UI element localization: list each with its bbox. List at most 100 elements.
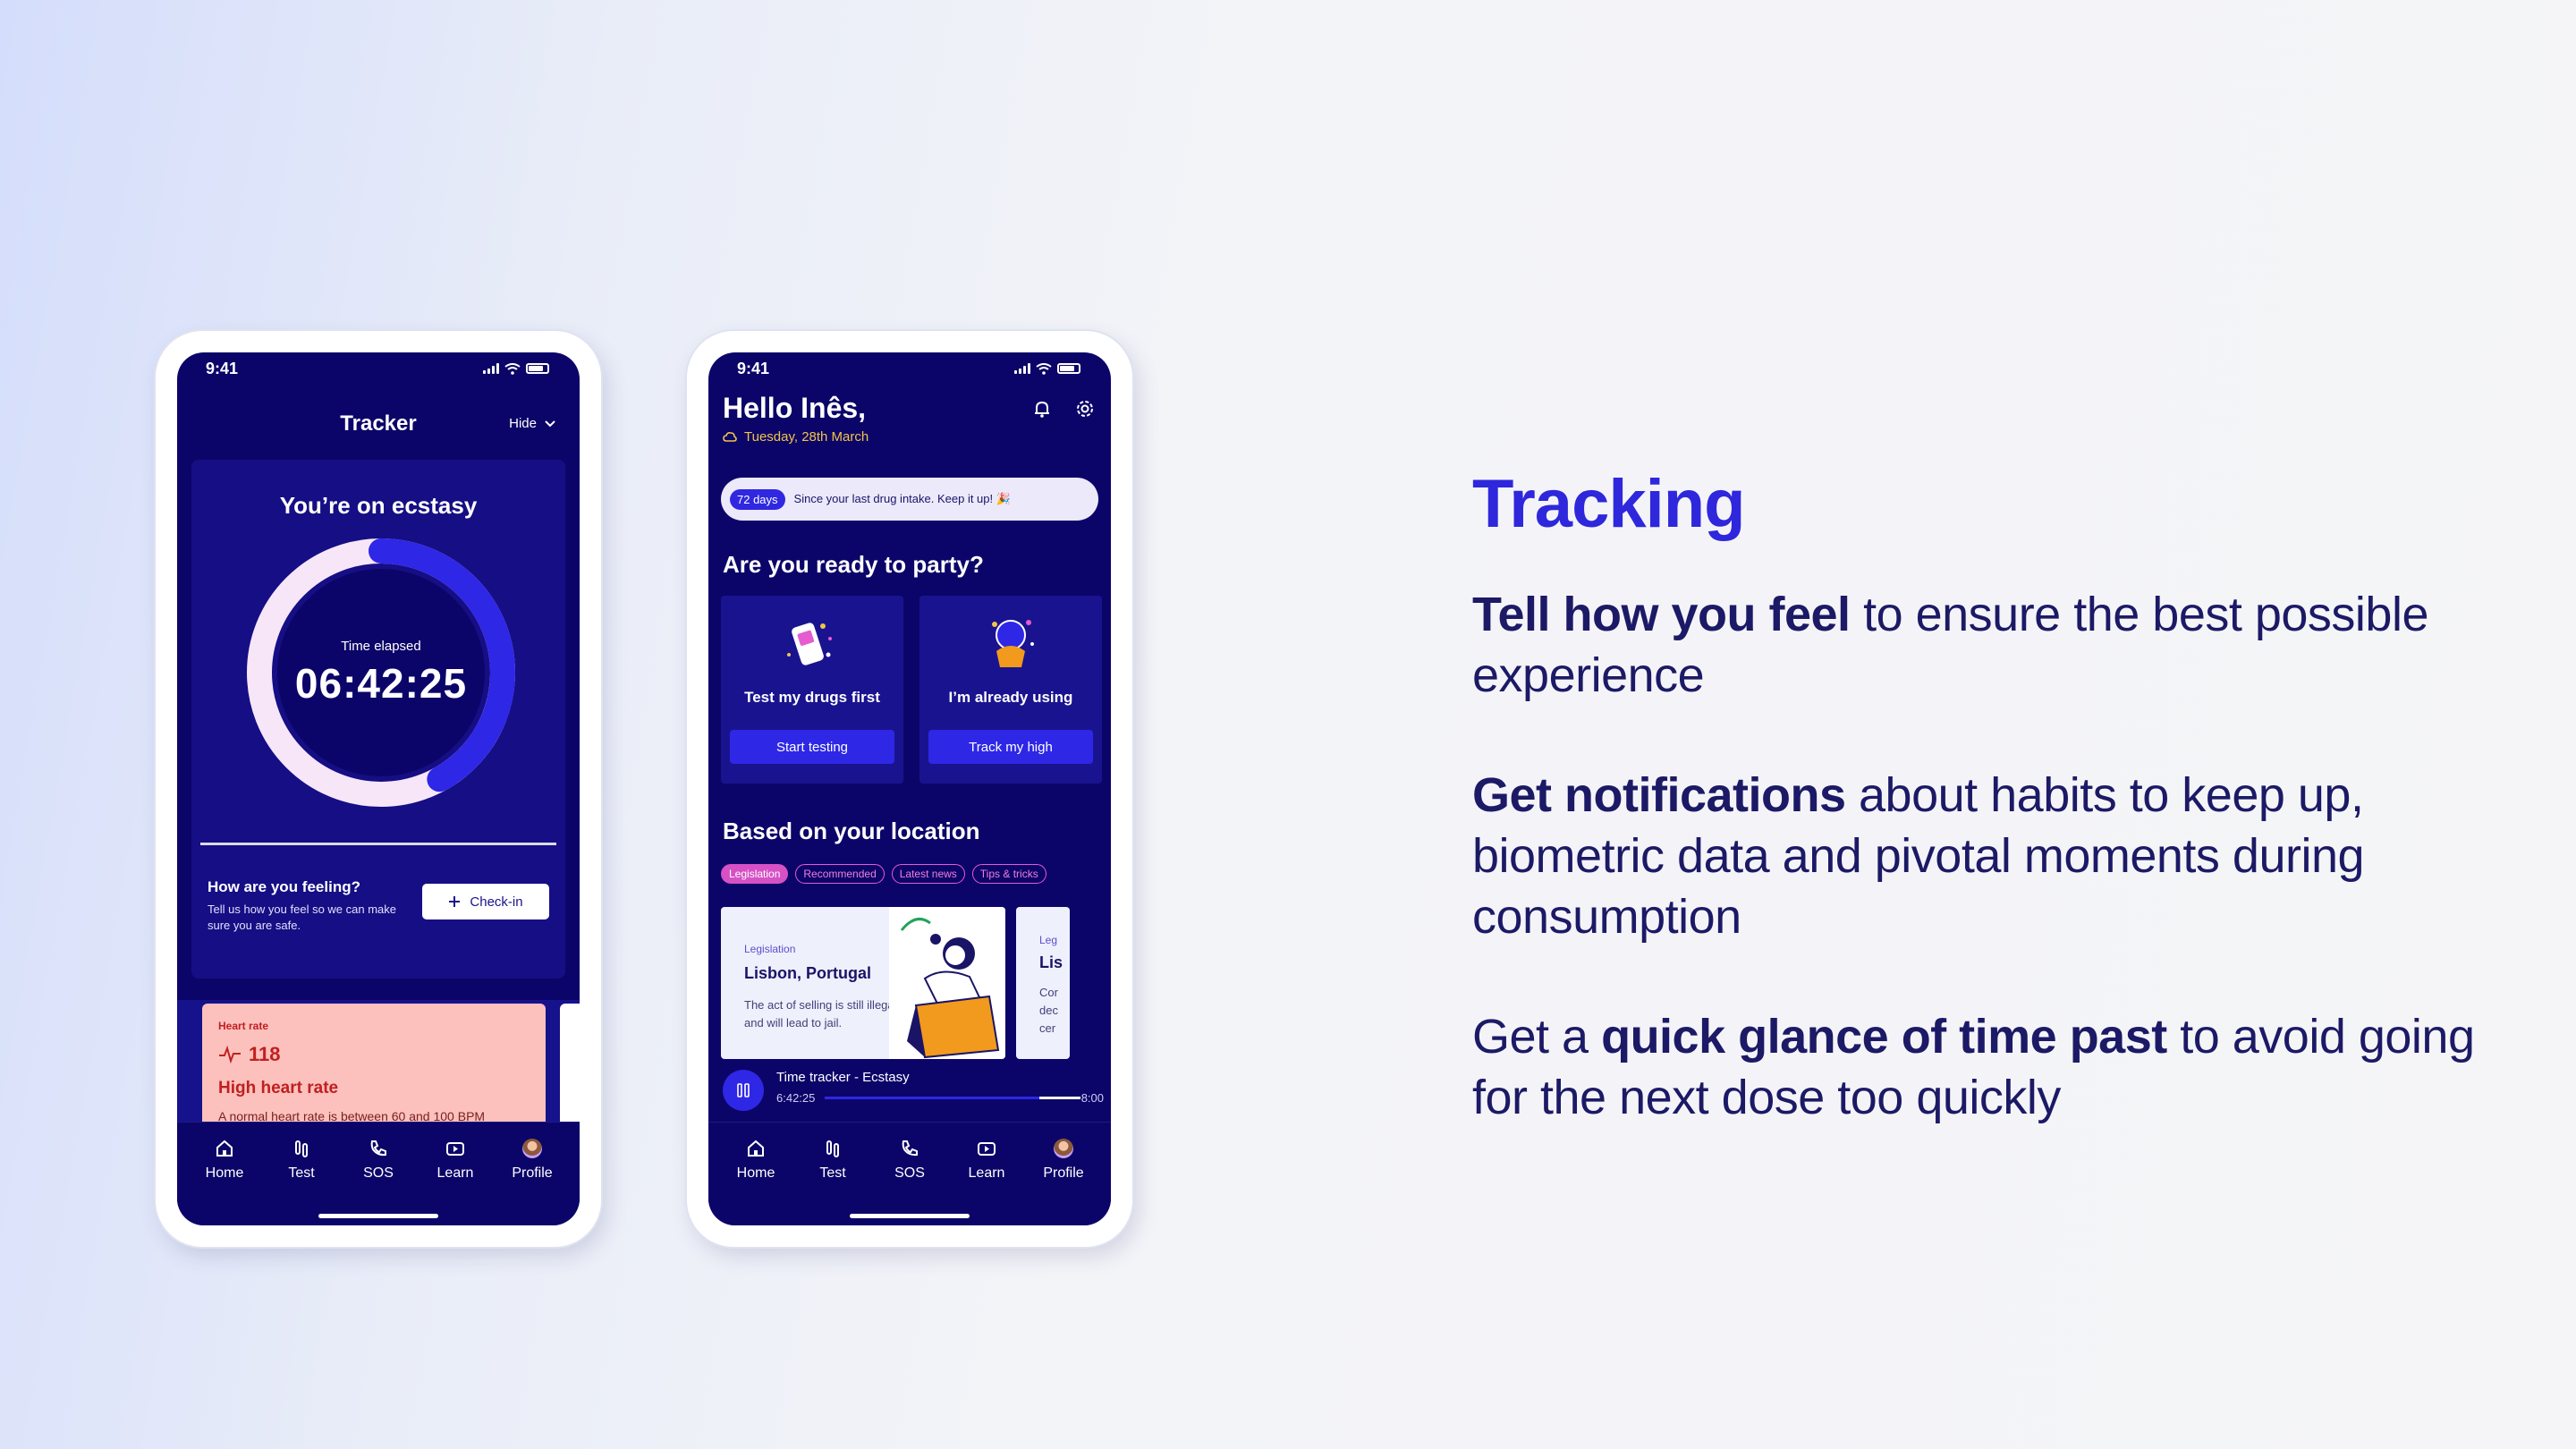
info-tag: Legislation bbox=[744, 943, 796, 955]
player-progress-track[interactable] bbox=[825, 1097, 1040, 1099]
plus-icon bbox=[449, 896, 461, 907]
status-time: 9:41 bbox=[206, 359, 239, 377]
heart-rate-title: Heart rate bbox=[218, 1020, 269, 1032]
status-bar: 9:41 bbox=[708, 352, 1111, 385]
feature-description: Tracking Tell how you feel to ensure the… bbox=[1472, 465, 2501, 1187]
tab-test[interactable]: Test bbox=[266, 1139, 337, 1182]
feature-feel: Tell how you feel to ensure the best pos… bbox=[1472, 584, 2501, 706]
feature-time-pre: Get a bbox=[1472, 1010, 1602, 1063]
greeting: Hello Inês, bbox=[723, 392, 867, 424]
signal-icon bbox=[483, 363, 499, 374]
wifi-icon bbox=[1036, 362, 1052, 375]
heart-rate-value: 118 bbox=[249, 1043, 281, 1065]
status-time: 9:41 bbox=[737, 359, 770, 377]
home-screen: 9:41 Hello Inês, Tuesday, 28th March 72 … bbox=[708, 352, 1111, 1225]
pause-icon bbox=[737, 1083, 750, 1097]
tracker-card: You’re on ecstasy Time elapsed 06:42:25 … bbox=[191, 460, 565, 979]
status-bar: 9:41 bbox=[177, 352, 580, 385]
pause-button[interactable] bbox=[723, 1070, 764, 1111]
streak-text: Since your last drug intake. Keep it up!… bbox=[793, 492, 1011, 505]
tab-label: SOS bbox=[894, 1165, 925, 1181]
tab-sos[interactable]: SOS bbox=[874, 1139, 945, 1182]
battery-icon bbox=[526, 363, 549, 374]
status-icons bbox=[1014, 362, 1080, 375]
hide-label: Hide bbox=[509, 416, 537, 431]
status-icons bbox=[483, 362, 549, 375]
streak-badge: 72 days bbox=[730, 488, 785, 510]
bottom-tab-bar: Home Test SOS Learn Profile bbox=[177, 1122, 580, 1225]
feeling-description: Tell us how you feel so we can make sure… bbox=[208, 902, 396, 932]
tab-label: Test bbox=[288, 1165, 315, 1181]
next-info-tag: Leg bbox=[1039, 934, 1058, 946]
chip-tips-tricks[interactable]: Tips & tricks bbox=[971, 864, 1046, 884]
party-illustration bbox=[992, 620, 1034, 667]
next-info-title: Lis bbox=[1039, 953, 1063, 971]
signal-icon bbox=[1014, 363, 1030, 374]
chip-legislation[interactable]: Legislation bbox=[721, 864, 789, 884]
test-icon bbox=[826, 1140, 839, 1157]
avatar bbox=[522, 1139, 542, 1158]
pulse-icon bbox=[219, 1046, 241, 1063]
tab-learn[interactable]: Learn bbox=[419, 1139, 491, 1182]
already-using-label: I’m already using bbox=[948, 689, 1073, 706]
chevron-down-icon bbox=[545, 420, 555, 428]
already-using-card[interactable]: I’m already using Track my high bbox=[919, 596, 1102, 784]
hide-toggle[interactable]: Hide bbox=[509, 406, 556, 442]
tab-label: Profile bbox=[1043, 1165, 1084, 1181]
phone-icon bbox=[902, 1140, 918, 1157]
feature-feel-bold: Tell how you feel bbox=[1472, 588, 1851, 641]
section-heading: Tracking bbox=[1472, 466, 1746, 542]
tracker-header: Tracker Hide bbox=[177, 406, 580, 442]
wifi-icon bbox=[504, 362, 521, 375]
tab-profile[interactable]: Profile bbox=[496, 1139, 568, 1182]
test-drugs-card[interactable]: Test my drugs first Start testing bbox=[721, 596, 903, 784]
party-section-title: Are you ready to party? bbox=[723, 551, 984, 578]
tab-learn[interactable]: Learn bbox=[951, 1139, 1022, 1182]
tab-test[interactable]: Test bbox=[797, 1139, 869, 1182]
time-elapsed-value: 06:42:25 bbox=[294, 659, 468, 707]
chip-latest-news[interactable]: Latest news bbox=[891, 864, 965, 884]
phone-icon bbox=[370, 1140, 386, 1157]
start-testing-button[interactable]: Start testing bbox=[730, 730, 894, 764]
tracker-phone-mockup: 9:41 Tracker Hide You’re on ecstasy Time… bbox=[156, 331, 601, 1247]
tab-home[interactable]: Home bbox=[189, 1139, 260, 1182]
streak-banner: 72 days Since your last drug intake. Kee… bbox=[721, 478, 1098, 521]
tab-home[interactable]: Home bbox=[720, 1139, 792, 1182]
feature-notifications: Get notifications about habits to keep u… bbox=[1472, 765, 2501, 947]
tab-label: Home bbox=[736, 1165, 775, 1181]
biometric-cards: Heart rate 118 High heart rate A normal … bbox=[177, 1000, 580, 1147]
player-end-time: 8:00 bbox=[1080, 1091, 1104, 1105]
tab-list: Home Test SOS Learn Profile bbox=[177, 1139, 580, 1182]
heart-rate-status: High heart rate bbox=[218, 1079, 339, 1097]
test-kit-illustration bbox=[787, 623, 832, 665]
time-tracker-player: Time tracker - Ecstasy 6:42:25 8:00 bbox=[708, 1064, 1111, 1122]
track-my-high-button[interactable]: Track my high bbox=[928, 730, 1093, 764]
home-phone-mockup: 9:41 Hello Inês, Tuesday, 28th March 72 … bbox=[687, 331, 1132, 1247]
feeling-title: How are you feeling? bbox=[208, 878, 360, 895]
tab-label: Test bbox=[819, 1165, 846, 1181]
chip-recommended[interactable]: Recommended bbox=[795, 864, 885, 884]
next-info-description: Cor dec cer bbox=[1039, 986, 1058, 1035]
check-in-button[interactable]: Check-in bbox=[422, 884, 549, 919]
header-actions bbox=[1032, 399, 1095, 419]
home-indicator bbox=[318, 1214, 438, 1218]
home-indicator bbox=[850, 1214, 970, 1218]
bell-icon[interactable] bbox=[1032, 399, 1052, 419]
ring-center: Time elapsed 06:42:25 bbox=[245, 537, 517, 809]
home-icon bbox=[748, 1140, 764, 1157]
legislation-illustration bbox=[889, 907, 1005, 1059]
tab-sos[interactable]: SOS bbox=[343, 1139, 414, 1182]
tracker-screen: 9:41 Tracker Hide You’re on ecstasy Time… bbox=[177, 352, 580, 1225]
info-description: The act of selling is still illegal and … bbox=[744, 998, 897, 1030]
tab-profile[interactable]: Profile bbox=[1028, 1139, 1099, 1182]
test-drugs-label: Test my drugs first bbox=[744, 689, 880, 706]
feature-time-bold: quick glance of time past bbox=[1601, 1010, 2167, 1063]
gear-icon[interactable] bbox=[1075, 399, 1095, 419]
tab-label: Profile bbox=[512, 1165, 553, 1181]
legislation-card[interactable]: Legislation Lisbon, Portugal The act of … bbox=[721, 907, 1005, 1059]
battery-icon bbox=[1057, 363, 1080, 374]
test-icon bbox=[295, 1140, 308, 1157]
home-icon bbox=[216, 1140, 233, 1157]
tab-label: SOS bbox=[363, 1165, 394, 1181]
next-info-card[interactable]: Leg Lis Cor dec cer bbox=[1016, 907, 1070, 1059]
